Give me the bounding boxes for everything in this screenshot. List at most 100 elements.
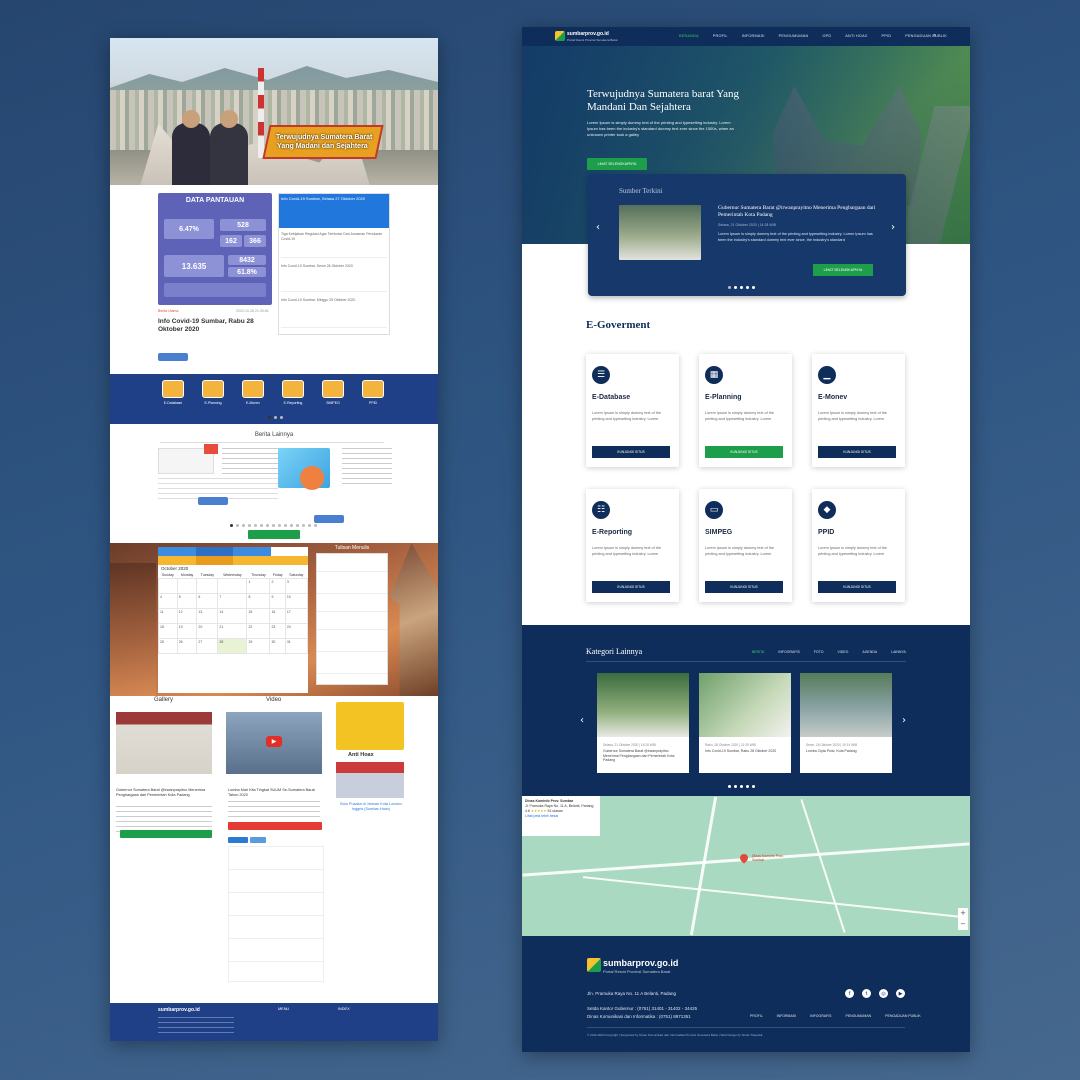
instagram-icon[interactable]: ◎ bbox=[879, 989, 888, 998]
nav-anti-hoax[interactable]: ANTI HOAX bbox=[845, 34, 867, 38]
sumber-title[interactable]: Gubernur Sumatera Barat @irwanprayitno M… bbox=[718, 205, 878, 219]
tab-lainnya[interactable]: LAINNYA bbox=[891, 650, 906, 654]
visit-site-button[interactable]: KUNJUNGI SITUS bbox=[592, 581, 670, 593]
sumber-photo[interactable] bbox=[619, 205, 701, 260]
calendar-tab[interactable] bbox=[195, 556, 233, 565]
tulisan-item[interactable] bbox=[317, 554, 387, 572]
news-item-highlight[interactable]: Info Covid-19 Sumbar, Selasa 27 Oktober … bbox=[279, 194, 389, 228]
app-e-monev[interactable]: E-Monev bbox=[238, 380, 268, 405]
kategori-card[interactable]: Senin, 26 Oktober 2020 | 10:14 WIB Lomba… bbox=[800, 673, 892, 773]
chevron-left-icon[interactable]: ‹ bbox=[596, 222, 600, 233]
chevron-right-icon[interactable]: › bbox=[902, 715, 906, 726]
hero-cta-button[interactable]: LIHAT SELENGKAPNYA bbox=[587, 158, 647, 170]
twitter-icon[interactable]: t bbox=[862, 989, 871, 998]
footer-logo-icon[interactable] bbox=[587, 958, 601, 972]
calendar-tab[interactable] bbox=[233, 556, 271, 565]
video-caption[interactable]: Lomba Mari Kita Tingkat SUUM Se-Sumatera… bbox=[228, 788, 320, 798]
play-icon[interactable]: ▶ bbox=[266, 736, 282, 747]
kategori-carousel-dots[interactable] bbox=[728, 785, 755, 788]
nav-pengaduan-publik[interactable]: PENGADUAN PUBLIK bbox=[905, 34, 947, 38]
nav-informasi[interactable]: INFORMASI bbox=[742, 34, 765, 38]
site-logo-icon[interactable] bbox=[555, 31, 565, 41]
calendar-tab[interactable] bbox=[158, 556, 196, 565]
app-ppid[interactable]: PPID bbox=[358, 380, 388, 405]
visit-site-button[interactable]: KUNJUNGI SITUS bbox=[818, 446, 896, 458]
tab-foto[interactable]: FOTO bbox=[814, 650, 824, 654]
berita-read-more-button[interactable] bbox=[314, 515, 344, 523]
apps-carousel-dots[interactable] bbox=[268, 416, 283, 419]
footer-link-pengumuman[interactable]: PENGUMUMAN bbox=[846, 1014, 872, 1018]
news-item[interactable]: Info Covid-19 Sumbar, Senin 26 Oktober 2… bbox=[281, 264, 387, 292]
facebook-icon[interactable]: f bbox=[845, 989, 854, 998]
featured-read-more-button[interactable] bbox=[158, 353, 188, 361]
map-larger-link[interactable]: Lihat peta lebih besar bbox=[525, 814, 597, 819]
footer-link-informasi[interactable]: INFORMASI bbox=[777, 1014, 796, 1018]
footer-link-profil[interactable]: PROFIL bbox=[750, 1014, 763, 1018]
search-icon[interactable]: ⌕ bbox=[933, 32, 936, 40]
tab-infografis[interactable]: INFOGRAFIS bbox=[778, 650, 799, 654]
calendar-tab[interactable] bbox=[233, 547, 271, 556]
map-info-card: Dinas Kominfo Prov. Sumbar Jl. Pramuka R… bbox=[522, 796, 600, 836]
tulisan-item[interactable] bbox=[317, 594, 387, 612]
visit-site-button[interactable]: KUNJUNGI SITUS bbox=[592, 446, 670, 458]
kategori-card-date: Selasa, 21 Oktober 2020 | 14:28 WIB bbox=[603, 743, 656, 747]
footer-link-infografis[interactable]: INFOGRAFIS bbox=[810, 1014, 831, 1018]
calendar-tab[interactable] bbox=[270, 556, 308, 565]
video-more-button[interactable] bbox=[228, 822, 322, 830]
hoax-caption[interactable]: Bulu Pusaka di Jelaran Kota London Inggr… bbox=[340, 802, 402, 812]
nav-opd[interactable]: OPD bbox=[822, 34, 831, 38]
berita-carousel-dots[interactable] bbox=[230, 524, 317, 527]
gallery-photo[interactable] bbox=[116, 712, 212, 774]
app-e-database[interactable]: E-Database bbox=[158, 380, 188, 405]
app-e-planning[interactable]: E-Planning bbox=[198, 380, 228, 405]
egov-card-e-reporting: ☷ E-Reporting Lorem Ipsum is simply dumm… bbox=[586, 489, 679, 602]
featured-title[interactable]: Info Covid-19 Sumbar, Rabu 28 Oktober 20… bbox=[158, 318, 272, 334]
tulisan-item[interactable] bbox=[317, 652, 387, 674]
planning-icon bbox=[202, 380, 224, 398]
millenial-banner[interactable] bbox=[336, 702, 404, 750]
event-tab[interactable] bbox=[250, 837, 266, 843]
announcement-tab[interactable] bbox=[228, 837, 248, 843]
nav-beranda[interactable]: BERANDA bbox=[679, 34, 699, 38]
footer-link-pengaduan[interactable]: PENGADUAN PUBLIK bbox=[885, 1014, 921, 1018]
calendar-icon: ▦ bbox=[705, 366, 723, 384]
tulisan-item[interactable] bbox=[317, 572, 387, 594]
chevron-left-icon[interactable]: ‹ bbox=[580, 715, 584, 726]
visit-site-button[interactable]: KUNJUNGI SITUS bbox=[818, 581, 896, 593]
location-map[interactable]: Dinas Kominfo Prov. Sumbar Jl. Pramuka R… bbox=[522, 796, 970, 936]
app-simpeg[interactable]: SIMPEG bbox=[318, 380, 348, 405]
tab-berita[interactable]: BERITA bbox=[752, 650, 764, 654]
footer-logo-name[interactable]: sumbarprov.go.id bbox=[603, 958, 678, 968]
kategori-card[interactable]: Rabu, 28 Oktober 2020 | 21:39 WIB Info C… bbox=[699, 673, 791, 773]
map-reviews[interactable]: 51 ulasan bbox=[548, 809, 563, 813]
tab-video[interactable]: VIDEO bbox=[837, 650, 848, 654]
visit-site-button[interactable]: KUNJUNGI SITUS bbox=[705, 581, 783, 593]
news-item[interactable]: Tiga Kebijakan Regulasi Agar Terhindar D… bbox=[281, 232, 387, 258]
map-zoom-controls[interactable]: + − bbox=[958, 908, 968, 930]
map-pin-icon[interactable] bbox=[738, 852, 750, 864]
news-item[interactable]: Info Covid-19 Sumbar, Minggu 25 Oktober … bbox=[281, 298, 387, 328]
old-footer-logo[interactable]: sumbarprov.go.id bbox=[158, 1007, 200, 1013]
tulisan-item[interactable] bbox=[317, 612, 387, 630]
tab-agenda[interactable]: AGENDA bbox=[862, 650, 877, 654]
calendar-tab[interactable] bbox=[195, 547, 233, 556]
hoax-thumbnail[interactable] bbox=[336, 762, 404, 798]
visit-site-button[interactable]: KUNJUNGI SITUS bbox=[705, 446, 783, 458]
gallery-more-button[interactable] bbox=[120, 830, 212, 838]
berita-all-button[interactable] bbox=[248, 530, 300, 539]
sumber-carousel-dots[interactable] bbox=[728, 286, 755, 289]
chevron-right-icon[interactable]: › bbox=[891, 222, 895, 233]
kategori-card[interactable]: Selasa, 21 Oktober 2020 | 14:28 WIB Gube… bbox=[597, 673, 689, 773]
tulisan-item[interactable] bbox=[317, 630, 387, 652]
gallery-caption[interactable]: Gubernur Sumatera Barat @irwanprayitno M… bbox=[116, 788, 212, 798]
nav-profil[interactable]: PROFIL bbox=[713, 34, 728, 38]
youtube-icon[interactable]: ▶ bbox=[896, 989, 905, 998]
app-e-reporting[interactable]: E-Reporting bbox=[278, 380, 308, 405]
site-logo-text[interactable]: sumbarprov.go.id Portal Resmi Provinsi S… bbox=[567, 31, 618, 43]
nav-ppid[interactable]: PPID bbox=[882, 34, 892, 38]
nav-pengumuman[interactable]: PENGUMUMAN bbox=[779, 34, 809, 38]
sumber-cta-button[interactable]: LIHAT SELENGKAPNYA bbox=[813, 264, 873, 276]
berita-read-more-button[interactable] bbox=[198, 497, 228, 505]
data-pantauan-card[interactable]: DATA PANTAUAN 6.47% 528 162 366 13.635 8… bbox=[158, 193, 272, 305]
calendar-tab[interactable] bbox=[158, 547, 196, 556]
